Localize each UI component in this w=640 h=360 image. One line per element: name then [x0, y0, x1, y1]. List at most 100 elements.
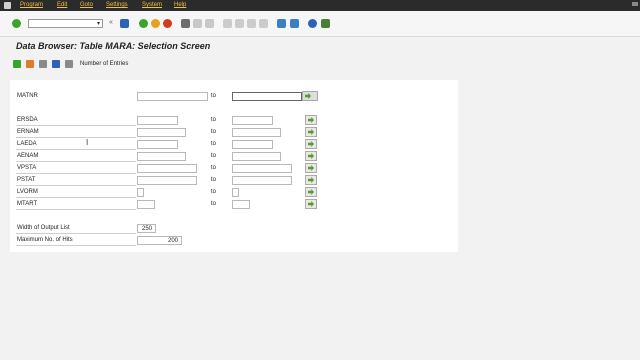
customize-icon[interactable] [321, 19, 330, 28]
selection-options-icon[interactable] [26, 60, 34, 68]
multiple-selection-icon [308, 177, 314, 183]
laeda-to-input[interactable] [232, 140, 273, 149]
field-label-pstat: PSTAT [17, 177, 36, 183]
to-label: to [211, 201, 217, 207]
to-label: to [211, 153, 217, 159]
menu-program[interactable]: Program [20, 2, 43, 8]
max-hits-label: Maximum No. of Hits [17, 237, 73, 243]
aenam-from-input[interactable] [137, 152, 186, 161]
lvorm-to-input[interactable] [232, 188, 239, 197]
to-label: to [211, 141, 217, 147]
multiple-selection-icon [308, 141, 314, 147]
multiple-selection-button[interactable] [305, 139, 317, 149]
width-of-output-list-input[interactable]: 250 [137, 224, 156, 233]
field-underline [16, 137, 136, 138]
back-icon[interactable] [139, 19, 148, 28]
aenam-to-input[interactable] [232, 152, 281, 161]
vpsta-to-input[interactable] [232, 164, 292, 173]
field-underline [16, 209, 136, 210]
page-title: Data Browser: Table MARA: Selection Scre… [16, 41, 211, 51]
field-underline [16, 245, 136, 246]
mtart-to-input[interactable] [232, 200, 250, 209]
multiple-selection-button[interactable] [305, 115, 317, 125]
help-icon[interactable] [308, 19, 317, 28]
field-label-ersda: ERSDA [17, 117, 38, 123]
prev-page-icon[interactable] [235, 19, 244, 28]
laeda-from-input[interactable] [137, 140, 178, 149]
field-underline [16, 173, 136, 174]
ernam-to-input[interactable] [232, 128, 281, 137]
command-field[interactable]: ▾ [28, 19, 103, 28]
multiple-selection-button[interactable] [305, 199, 317, 209]
multiple-selection-icon [308, 117, 314, 123]
multiple-selection-button[interactable] [305, 151, 317, 161]
menu-system[interactable]: System [142, 2, 162, 8]
field-underline [16, 125, 136, 126]
program-icon[interactable] [39, 60, 47, 68]
find-next-icon[interactable] [205, 19, 214, 28]
ersda-from-input[interactable] [137, 116, 178, 125]
multiple-selection-icon [308, 189, 314, 195]
menu-settings[interactable]: Settings [106, 2, 128, 8]
multiple-selection-button[interactable] [302, 91, 318, 101]
multiple-selection-button[interactable] [305, 187, 317, 197]
multiple-selection-button[interactable] [305, 163, 317, 173]
sap-menu-icon[interactable] [4, 2, 11, 9]
to-label: to [211, 117, 217, 123]
to-label: to [211, 177, 217, 183]
field-underline [16, 149, 136, 150]
last-page-icon[interactable] [259, 19, 268, 28]
field-label-mtart: MTART [17, 201, 38, 207]
info-icon[interactable] [52, 60, 60, 68]
field-label-aenam: AENAM [17, 153, 39, 159]
max-hits-input[interactable]: 200 [137, 236, 182, 245]
pstat-from-input[interactable] [137, 176, 197, 185]
number-of-entries-button[interactable]: Number of Entries [80, 61, 128, 67]
chevron-down-icon[interactable]: ▾ [97, 20, 100, 27]
multiple-selection-icon [308, 129, 314, 135]
save-icon[interactable] [120, 19, 129, 28]
menu-help[interactable]: Help [174, 2, 186, 8]
matnr-to-input[interactable] [232, 92, 302, 101]
multiple-selection-button[interactable] [305, 175, 317, 185]
field-underline [16, 197, 136, 198]
to-label: to [211, 189, 217, 195]
multiple-selection-button[interactable] [305, 127, 317, 137]
multiple-selection-icon [308, 153, 314, 159]
text-cursor-icon: Ι [86, 138, 89, 147]
shortcut-icon[interactable] [290, 19, 299, 28]
new-session-icon[interactable] [277, 19, 286, 28]
lvorm-from-input[interactable] [137, 188, 144, 197]
field-underline [16, 233, 136, 234]
find-icon[interactable] [193, 19, 202, 28]
mtart-from-input[interactable] [137, 200, 155, 209]
choose-fields-icon[interactable] [65, 60, 73, 68]
next-page-icon[interactable] [247, 19, 256, 28]
field-underline [16, 161, 136, 162]
to-label: to [211, 93, 217, 99]
print-icon[interactable] [181, 19, 190, 28]
max-hits-value: 200 [167, 238, 178, 244]
field-label-ernam: ERNAM [17, 129, 39, 135]
menu-goto[interactable]: Goto [80, 2, 93, 8]
execute-icon[interactable] [13, 60, 21, 68]
window-controls[interactable] [632, 2, 638, 6]
menu-edit[interactable]: Edit [57, 2, 67, 8]
pstat-to-input[interactable] [232, 176, 292, 185]
ernam-from-input[interactable] [137, 128, 186, 137]
command-field-arrow-icon[interactable]: « [109, 19, 113, 26]
to-label: to [211, 129, 217, 135]
multiple-selection-icon [308, 165, 314, 171]
field-label-lvorm: LVORM [17, 189, 38, 195]
ersda-to-input[interactable] [232, 116, 273, 125]
cancel-icon[interactable] [163, 19, 172, 28]
multiple-selection-icon [305, 93, 311, 99]
enter-icon[interactable] [12, 19, 21, 28]
exit-icon[interactable] [151, 19, 160, 28]
vpsta-from-input[interactable] [137, 164, 197, 173]
first-page-icon[interactable] [223, 19, 232, 28]
field-underline [16, 185, 136, 186]
width-of-output-list-label: Width of Output List [17, 225, 70, 231]
field-label-matnr: MATNR [17, 93, 38, 99]
matnr-from-input[interactable] [137, 92, 208, 101]
